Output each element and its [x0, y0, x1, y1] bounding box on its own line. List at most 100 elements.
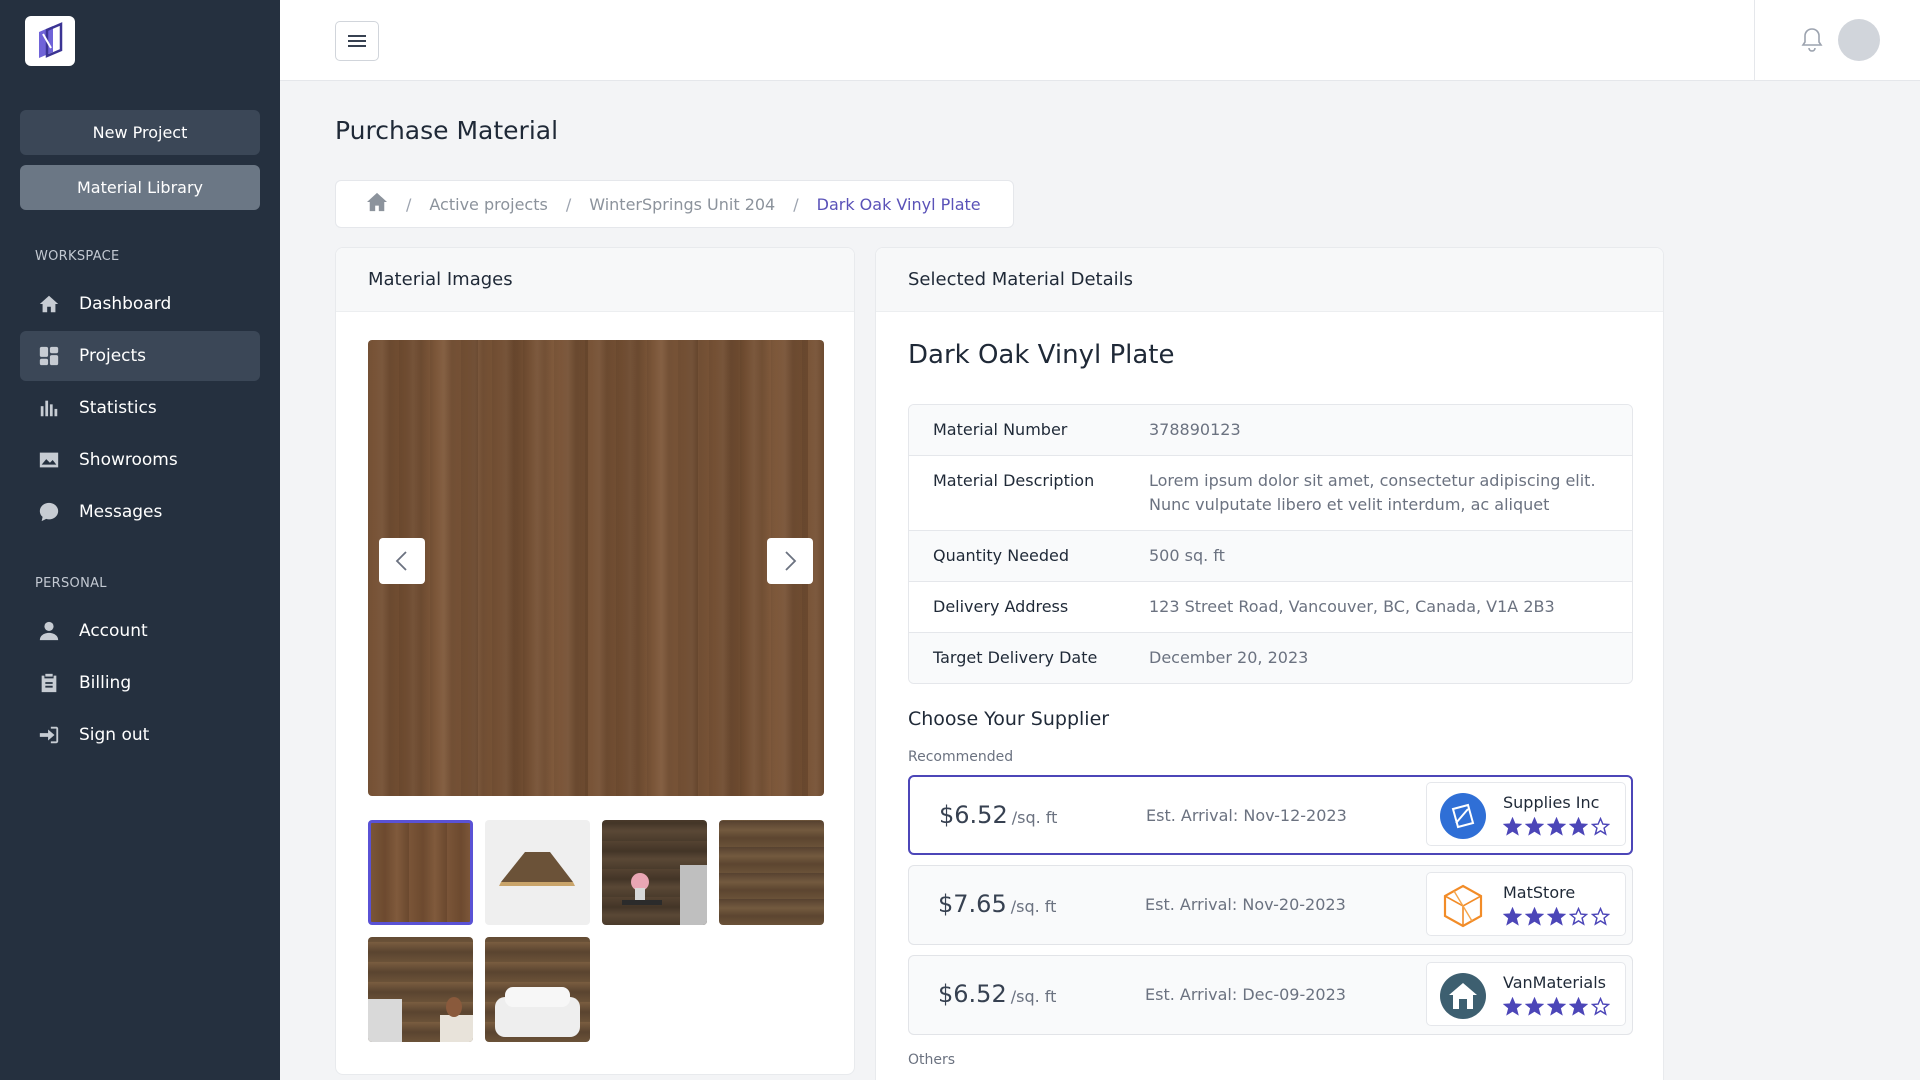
- thumbnail-5[interactable]: [368, 937, 473, 1042]
- star-filled-icon: [1525, 997, 1544, 1016]
- sidebar-item-label: Account: [79, 621, 148, 641]
- supplier-option[interactable]: $7.65/sq. ft Est. Arrival: Nov-20-2023 M…: [908, 865, 1633, 945]
- material-details-card: Selected Material Details Dark Oak Vinyl…: [875, 247, 1664, 1080]
- star-empty-icon: [1591, 817, 1610, 836]
- star-filled-icon: [1525, 907, 1544, 926]
- supplies-inc-logo: [1440, 793, 1486, 839]
- supplier-option[interactable]: $6.52/sq. ft Est. Arrival: Dec-09-2023 V…: [908, 955, 1633, 1035]
- star-filled-icon: [1569, 997, 1588, 1016]
- plank-stack-image: [499, 852, 575, 886]
- home-icon: [37, 292, 61, 316]
- sidebar-item-label: Billing: [79, 673, 132, 693]
- info-value: Lorem ipsum dolor sit amet, consectetur …: [1149, 471, 1596, 514]
- info-value: 378890123: [1149, 420, 1241, 439]
- supplier-option[interactable]: $6.52/sq. ft Est. Arrival: Nov-12-2023 S…: [908, 775, 1633, 855]
- matstore-logo: [1440, 883, 1486, 929]
- vendor-badge: MatStore: [1426, 872, 1626, 936]
- supplier-eta: Est. Arrival: Nov-12-2023: [1146, 806, 1347, 825]
- vendor-badge: Supplies Inc: [1426, 782, 1626, 846]
- page-title: Purchase Material: [335, 116, 559, 145]
- star-filled-icon: [1569, 817, 1588, 836]
- star-filled-icon: [1503, 907, 1522, 926]
- info-row: Material Description Lorem ipsum dolor s…: [909, 456, 1632, 531]
- hamburger-icon: [348, 35, 366, 47]
- personal-section-label: PERSONAL: [35, 576, 107, 591]
- breadcrumb-home[interactable]: [366, 192, 388, 216]
- chevron-left-icon: [395, 551, 407, 571]
- sidebar-item-sign-out[interactable]: Sign out: [20, 710, 260, 760]
- info-key: Quantity Needed: [933, 546, 1070, 565]
- supplier-eta: Est. Arrival: Nov-20-2023: [1145, 895, 1346, 914]
- info-value: 123 Street Road, Vancouver, BC, Canada, …: [1149, 597, 1555, 616]
- thumbnail-2[interactable]: [485, 820, 590, 925]
- sidebar-item-label: Dashboard: [79, 294, 172, 314]
- thumbnail-4[interactable]: [719, 820, 824, 925]
- topbar-divider: [1754, 0, 1755, 80]
- price-unit: /sq. ft: [1010, 897, 1057, 916]
- rating-stars: [1503, 997, 1610, 1016]
- info-key: Material Description: [933, 471, 1095, 490]
- user-icon: [37, 619, 61, 643]
- thumbnail-6[interactable]: [485, 937, 590, 1042]
- star-filled-icon: [1503, 817, 1522, 836]
- sidebar-item-statistics[interactable]: Statistics: [20, 383, 260, 433]
- room-scene-image: [622, 865, 707, 925]
- supplier-section-title: Choose Your Supplier: [908, 708, 1110, 730]
- new-project-button[interactable]: New Project: [20, 110, 260, 155]
- star-filled-icon: [1547, 907, 1566, 926]
- breadcrumb-separator: /: [565, 194, 572, 214]
- info-row: Quantity Needed 500 sq. ft: [909, 531, 1632, 582]
- notifications-button[interactable]: [1800, 27, 1824, 53]
- info-row: Target Delivery Date December 20, 2023: [909, 633, 1632, 683]
- sidebar-item-messages[interactable]: Messages: [20, 487, 260, 537]
- menu-toggle-button[interactable]: [335, 21, 379, 61]
- material-info-table: Material Number 378890123 Material Descr…: [908, 404, 1633, 684]
- bell-icon: [1801, 28, 1823, 52]
- next-image-button[interactable]: [767, 538, 813, 584]
- material-library-button[interactable]: Material Library: [20, 165, 260, 210]
- card-title: Selected Material Details: [876, 248, 1663, 312]
- material-name: Dark Oak Vinyl Plate: [908, 340, 1175, 370]
- price-unit: /sq. ft: [1011, 808, 1058, 827]
- sidebar-item-projects[interactable]: Projects: [20, 331, 260, 381]
- sidebar-item-showrooms[interactable]: Showrooms: [20, 435, 260, 485]
- price-unit: /sq. ft: [1010, 987, 1057, 1006]
- vendor-name: Supplies Inc: [1503, 793, 1600, 812]
- info-value: December 20, 2023: [1149, 648, 1309, 667]
- sidebar: New Project Material Library WORKSPACE D…: [0, 0, 280, 1080]
- vendor-name: MatStore: [1503, 883, 1576, 902]
- sidebar-item-label: Statistics: [79, 398, 157, 418]
- clipboard-icon: [37, 671, 61, 695]
- sidebar-item-account[interactable]: Account: [20, 606, 260, 656]
- chat-icon: [37, 500, 61, 524]
- main-material-image: [368, 340, 824, 796]
- star-filled-icon: [1525, 817, 1544, 836]
- breadcrumb-project[interactable]: WinterSprings Unit 204: [589, 195, 775, 214]
- breadcrumb-current: Dark Oak Vinyl Plate: [816, 194, 981, 214]
- star-filled-icon: [1547, 817, 1566, 836]
- breadcrumb-separator: /: [406, 194, 412, 214]
- star-empty-icon: [1591, 997, 1610, 1016]
- thumbnail-3[interactable]: [602, 820, 707, 925]
- avatar[interactable]: [1838, 19, 1880, 61]
- breadcrumb-active-projects[interactable]: Active projects: [429, 195, 547, 214]
- chevron-right-icon: [785, 551, 797, 571]
- star-filled-icon: [1547, 997, 1566, 1016]
- info-key: Target Delivery Date: [933, 648, 1098, 667]
- prev-image-button[interactable]: [379, 538, 425, 584]
- room-scene-image: [368, 997, 473, 1042]
- info-key: Delivery Address: [933, 597, 1069, 616]
- app-logo[interactable]: [25, 16, 75, 66]
- top-bar: [280, 0, 1920, 81]
- vendor-name: VanMaterials: [1503, 973, 1606, 992]
- vendor-badge: VanMaterials: [1426, 962, 1626, 1026]
- thumbnail-1[interactable]: [368, 820, 473, 925]
- sidebar-item-dashboard[interactable]: Dashboard: [20, 279, 260, 329]
- vanmaterials-logo: [1440, 973, 1486, 1019]
- info-value: 500 sq. ft: [1149, 546, 1225, 565]
- sidebar-item-billing[interactable]: Billing: [20, 658, 260, 708]
- price-value: $6.52: [938, 980, 1007, 1008]
- star-empty-icon: [1569, 907, 1588, 926]
- info-row: Material Number 378890123: [909, 405, 1632, 456]
- bar-chart-icon: [37, 396, 61, 420]
